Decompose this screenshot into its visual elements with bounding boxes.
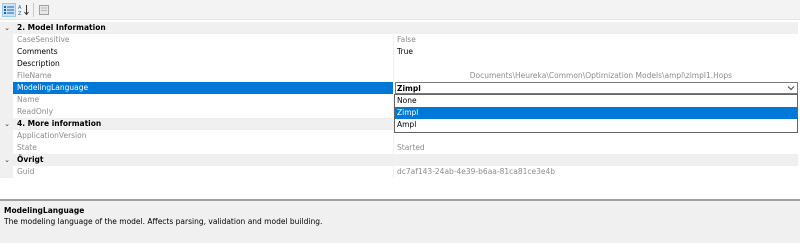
property-name: ApplicationVersion <box>17 131 87 140</box>
property-row-state[interactable]: State Started <box>0 142 798 154</box>
category-label: 4. More information <box>17 119 102 128</box>
sort-alphabetical-icon: A Z <box>18 5 29 16</box>
row-gutter <box>0 106 13 118</box>
property-row-casesensitive[interactable]: CaseSensitive False <box>0 34 798 46</box>
property-name: State <box>17 143 37 152</box>
help-title: ModelingLanguage <box>4 206 85 215</box>
property-name: FileName <box>17 71 52 80</box>
chevron-down-icon[interactable]: ⌄ <box>3 23 11 33</box>
row-gutter <box>0 34 13 46</box>
property-value[interactable]: Documents\Heureka\Common\Optimization Mo… <box>397 70 798 82</box>
dropdown-option-none[interactable]: None <box>395 95 797 107</box>
modelinglanguage-combobox[interactable]: Zimpl <box>395 82 798 94</box>
row-gutter <box>0 82 13 94</box>
column-divider <box>393 34 394 46</box>
category-label: Övrigt <box>17 155 44 164</box>
dropdown-arrow-button[interactable] <box>786 83 796 93</box>
chevron-down-icon <box>787 86 795 91</box>
row-gutter <box>0 46 13 58</box>
dropdown-option-ampl[interactable]: Ampl <box>395 119 797 131</box>
property-value[interactable]: True <box>397 46 798 58</box>
property-row-guid[interactable]: Guid dc7af143-24ab-4e39-b6aa-81ca81ce3e4… <box>0 166 798 178</box>
property-value[interactable]: False <box>397 34 798 46</box>
property-name: ModelingLanguage <box>17 83 89 92</box>
column-divider <box>393 70 394 82</box>
category-model-information[interactable]: ⌄ 2. Model Information <box>0 22 798 34</box>
property-name: Comments <box>17 47 58 56</box>
property-row-modelinglanguage[interactable]: ModelingLanguage Zimpl <box>0 82 798 94</box>
row-gutter <box>0 166 13 178</box>
category-ovrigt[interactable]: ⌄ Övrigt <box>0 154 798 166</box>
row-gutter <box>0 58 13 70</box>
column-divider <box>393 46 394 58</box>
chevron-down-icon[interactable]: ⌄ <box>3 119 11 129</box>
property-pages-icon <box>39 5 49 15</box>
row-gutter <box>0 142 13 154</box>
svg-text:Z: Z <box>18 11 22 16</box>
categorized-button[interactable] <box>2 3 16 17</box>
column-divider <box>393 166 394 178</box>
modelinglanguage-dropdown-list: None Zimpl Ampl <box>394 94 798 133</box>
property-grid: ⌄ 2. Model Information CaseSensitive Fal… <box>0 20 800 200</box>
chevron-down-icon[interactable]: ⌄ <box>3 155 11 165</box>
categorized-icon <box>4 6 14 14</box>
property-name: Name <box>17 95 40 104</box>
row-gutter <box>0 130 13 142</box>
property-name: ReadOnly <box>17 107 54 116</box>
property-value[interactable]: Started <box>397 142 798 154</box>
row-gutter <box>0 70 13 82</box>
property-name: Guid <box>17 167 35 176</box>
column-divider <box>393 58 394 70</box>
toolbar-separator <box>33 3 34 17</box>
property-pages-button[interactable] <box>37 3 51 17</box>
property-value[interactable]: dc7af143-24ab-4e39-b6aa-81ca81ce3e4b <box>397 166 798 178</box>
combobox-value: Zimpl <box>397 84 421 93</box>
category-label: 2. Model Information <box>17 23 106 32</box>
property-name: Description <box>17 59 60 68</box>
property-grid-toolbar: A Z <box>0 0 800 20</box>
row-gutter <box>0 94 13 106</box>
property-value[interactable] <box>397 58 798 70</box>
property-name: CaseSensitive <box>17 35 70 44</box>
dropdown-option-zimpl[interactable]: Zimpl <box>395 107 797 119</box>
property-row-filename[interactable]: FileName Documents\Heureka\Common\Optimi… <box>0 70 798 82</box>
column-divider <box>393 142 394 154</box>
help-description: The modeling language of the model. Affe… <box>4 217 323 226</box>
help-panel: ModelingLanguage The modeling language o… <box>0 200 800 243</box>
property-row-description[interactable]: Description <box>0 58 798 70</box>
property-row-comments[interactable]: Comments True <box>0 46 798 58</box>
sort-alphabetical-button[interactable]: A Z <box>17 3 31 17</box>
